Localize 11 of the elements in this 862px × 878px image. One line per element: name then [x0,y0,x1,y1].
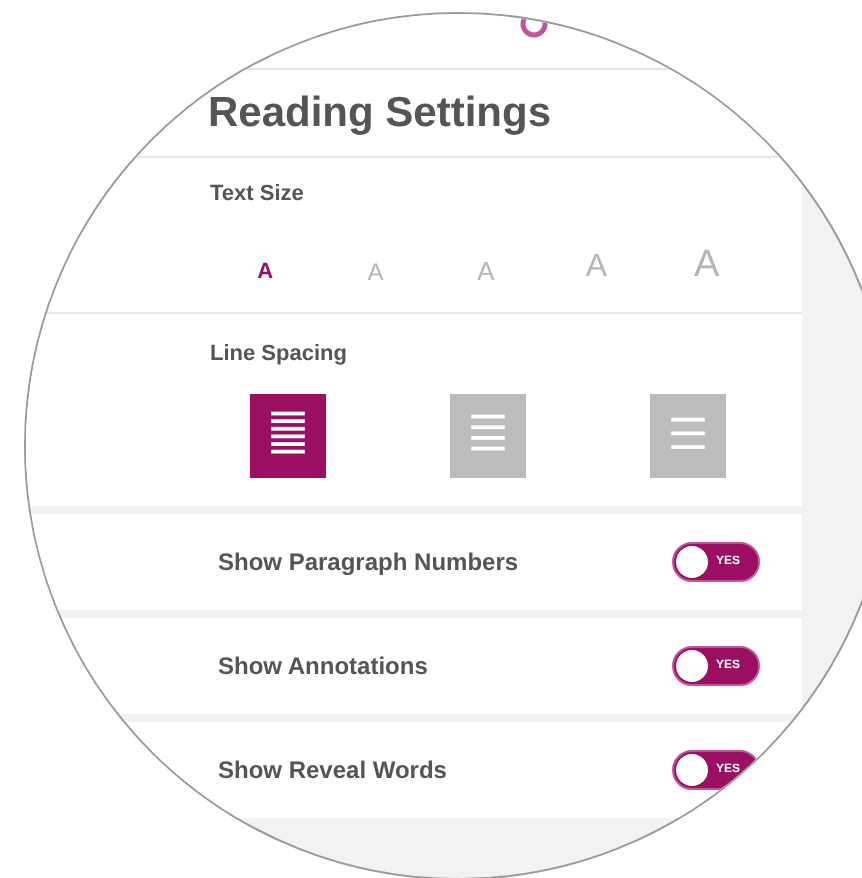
line-spacing-option[interactable] [250,394,326,478]
toggle-knob [676,754,708,786]
toggle-knob [676,650,708,682]
page-title: Reading Settings [208,87,552,140]
section-label: Line Spacing [210,339,349,369]
text-size-option[interactable]: A [210,261,321,283]
toggle-label: Show Annotations [218,650,428,684]
section-label: Text Size [210,180,306,210]
toggle-label: Show Reveal Words [218,754,447,788]
toggle-label: Show Paragraph Numbers [218,546,519,580]
toggle-knob [676,546,708,578]
